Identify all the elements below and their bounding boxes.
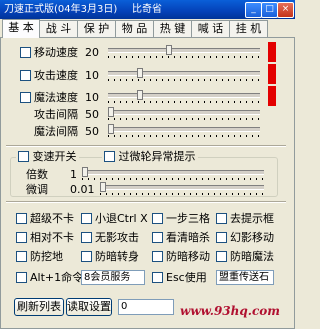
- option-checkbox[interactable]: [16, 213, 27, 224]
- option-checkbox[interactable]: [81, 251, 92, 262]
- attack-speed-slider[interactable]: [108, 68, 260, 82]
- member-service-field[interactable]: 8会员服务: [81, 270, 145, 285]
- option-checkbox[interactable]: [81, 232, 92, 243]
- alt-command-checkbox[interactable]: [16, 272, 27, 283]
- magic-speed-marker: [268, 86, 276, 106]
- refresh-list-button[interactable]: 刷新列表: [14, 298, 64, 316]
- attack-interval-value: 50: [85, 108, 99, 121]
- watermark: www.93hq.com: [180, 304, 280, 318]
- tab-afk[interactable]: 挂 机: [229, 20, 268, 37]
- read-settings-button[interactable]: 读取设置: [66, 298, 112, 316]
- tab-protect[interactable]: 保 护: [77, 20, 116, 37]
- option-label: 超级不卡: [30, 212, 74, 225]
- option-label: 相对不卡: [30, 231, 74, 244]
- window-subtitle: 比奇省: [132, 4, 162, 15]
- magic-speed-slider[interactable]: [108, 90, 260, 104]
- magic-interval-value: 50: [85, 125, 99, 138]
- slider-thumb[interactable]: [82, 167, 88, 177]
- option-label: 防暗魔法: [230, 250, 274, 263]
- option-label: 小退Ctrl X: [95, 212, 148, 225]
- maximize-button[interactable]: □: [261, 2, 278, 18]
- esc-checkbox[interactable]: [152, 272, 163, 283]
- window-title: 刀速正式版(04年3月3日): [4, 4, 118, 15]
- option-label: 去提示框: [230, 212, 274, 225]
- multiplier-label: 倍数: [26, 168, 48, 181]
- magic-interval-slider[interactable]: [108, 124, 260, 138]
- option-label: 无影攻击: [95, 231, 139, 244]
- bypass-checkbox[interactable]: [104, 151, 115, 162]
- option-checkbox[interactable]: [152, 232, 163, 243]
- title-bar: 刀速正式版(04年3月3日) 比奇省 _ □ ×: [0, 0, 295, 19]
- tab-basic[interactable]: 基 本: [2, 19, 40, 38]
- magic-speed-label: 魔法速度: [34, 91, 78, 104]
- fine-tune-value: 0.01: [70, 183, 95, 196]
- gear-toggle-label: 变速开关: [32, 150, 77, 163]
- option-label: 防暗移动: [166, 250, 210, 263]
- separator: [6, 201, 286, 203]
- option-checkbox[interactable]: [81, 213, 92, 224]
- alt-command-label: Alt+1命令: [30, 271, 84, 284]
- move-speed-slider[interactable]: [108, 45, 260, 59]
- tab-combat[interactable]: 战 斗: [39, 20, 78, 37]
- attack-speed-checkbox[interactable]: [20, 70, 31, 81]
- option-label: 幻影移动: [230, 231, 274, 244]
- option-checkbox[interactable]: [152, 251, 163, 262]
- slider-thumb[interactable]: [108, 107, 114, 117]
- fine-tune-label: 微调: [26, 183, 48, 196]
- tab-hotkeys[interactable]: 热 键: [153, 20, 192, 37]
- fine-tune-slider[interactable]: [100, 182, 264, 196]
- value-input[interactable]: 0: [118, 299, 174, 315]
- magic-speed-checkbox[interactable]: [20, 92, 31, 103]
- attack-interval-slider[interactable]: [108, 107, 260, 121]
- esc-label: Esc使用: [166, 271, 207, 284]
- close-button[interactable]: ×: [277, 2, 294, 18]
- option-checkbox[interactable]: [216, 251, 227, 262]
- attack-interval-label: 攻击间隔: [34, 108, 78, 121]
- attack-speed-marker: [268, 64, 276, 84]
- hotkey-item-field[interactable]: 盟重传送石: [216, 270, 274, 285]
- attack-speed-label: 攻击速度: [34, 69, 78, 82]
- move-speed-checkbox[interactable]: [20, 47, 31, 58]
- option-label: 防暗转身: [95, 250, 139, 263]
- option-label: 看清暗杀: [166, 231, 210, 244]
- magic-interval-label: 魔法间隔: [34, 125, 78, 138]
- slider-thumb[interactable]: [100, 182, 106, 192]
- option-label: 防挖地: [30, 250, 63, 263]
- option-checkbox[interactable]: [216, 213, 227, 224]
- gear-toggle-checkbox[interactable]: [18, 151, 29, 162]
- move-speed-label: 移动速度: [34, 46, 78, 59]
- magic-speed-value: 10: [85, 91, 99, 104]
- separator: [6, 145, 286, 147]
- option-label: 一步三格: [166, 212, 210, 225]
- minimize-button[interactable]: _: [245, 2, 262, 18]
- multiplier-value: 1: [70, 168, 77, 181]
- move-speed-value: 20: [85, 46, 99, 59]
- tab-shout[interactable]: 喊 话: [191, 20, 230, 37]
- slider-thumb[interactable]: [108, 124, 114, 134]
- tab-items[interactable]: 物 品: [115, 20, 154, 37]
- bypass-label: 过微轮异常提示: [118, 150, 196, 163]
- move-speed-marker: [268, 42, 276, 62]
- multiplier-slider[interactable]: [82, 167, 264, 181]
- tab-bar: 基 本 战 斗 保 护 物 品 热 键 喊 话 挂 机: [0, 19, 295, 38]
- option-checkbox[interactable]: [152, 213, 163, 224]
- option-checkbox[interactable]: [16, 232, 27, 243]
- slider-thumb[interactable]: [137, 68, 143, 78]
- bypass-header: 过微轮异常提示: [102, 150, 198, 163]
- slider-thumb[interactable]: [166, 45, 172, 55]
- option-checkbox[interactable]: [16, 251, 27, 262]
- slider-thumb[interactable]: [137, 90, 143, 100]
- attack-speed-value: 10: [85, 69, 99, 82]
- option-checkbox[interactable]: [216, 232, 227, 243]
- gear-group-header: 变速开关: [16, 150, 79, 163]
